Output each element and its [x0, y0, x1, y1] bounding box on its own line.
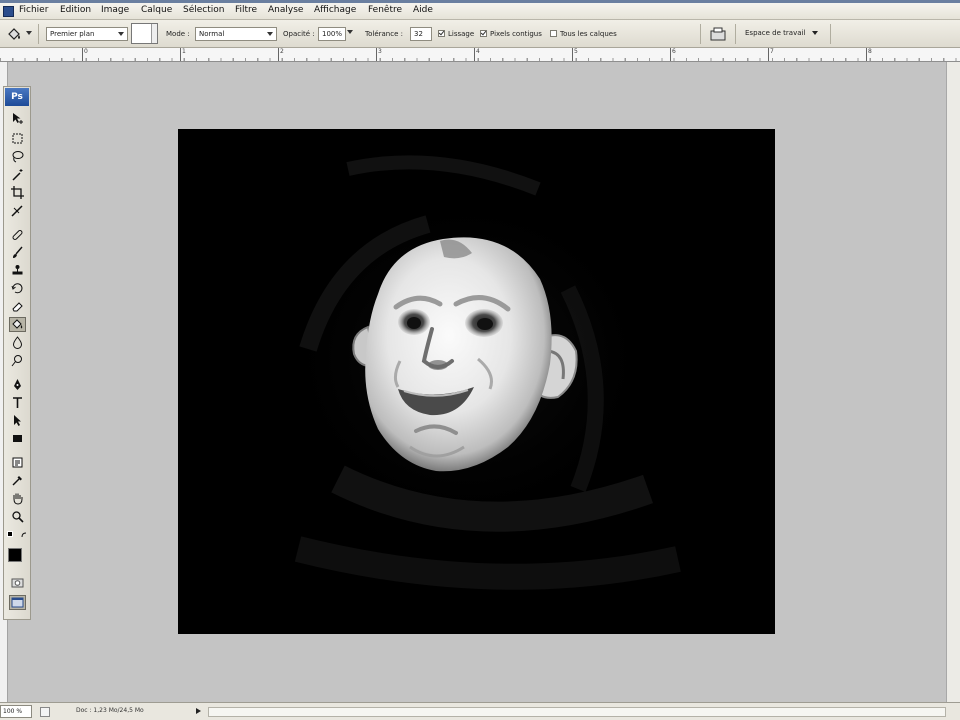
eraser-tool-icon[interactable]	[9, 299, 26, 314]
menu-analyse[interactable]: Analyse	[268, 5, 303, 15]
menu-bar: Fichier Edition Image Calque Sélection F…	[0, 3, 960, 20]
separator	[38, 24, 39, 44]
menu-calque[interactable]: Calque	[141, 5, 172, 15]
zoom-level-field[interactable]: 100 %	[0, 705, 32, 718]
brush-tool-icon[interactable]	[9, 245, 26, 260]
type-tool-icon[interactable]	[9, 395, 26, 410]
opacity-value: 100%	[322, 30, 343, 38]
tolerance-value: 32	[414, 30, 423, 38]
opacity-label: Opacité :	[283, 30, 315, 38]
menu-aide[interactable]: Aide	[413, 5, 433, 15]
painted-face-artwork	[278, 155, 681, 590]
horizontal-ruler: 0 1 2 3 4 5 6 7 8	[0, 48, 960, 62]
lissage-checkbox[interactable]	[438, 30, 445, 37]
mode-label: Mode :	[166, 30, 190, 38]
opacity-input[interactable]: 100%	[318, 27, 346, 41]
screen-mode-icon[interactable]	[9, 595, 26, 610]
notes-tool-icon[interactable]	[9, 455, 26, 470]
photoshop-logo: Ps	[5, 88, 29, 106]
all-layers-checkbox[interactable]	[550, 30, 557, 37]
hand-tool-icon[interactable]	[9, 491, 26, 506]
ruler-label: 8	[868, 48, 872, 55]
document-status-icon[interactable]	[40, 707, 50, 717]
magic-wand-tool-icon[interactable]	[9, 167, 26, 182]
crop-tool-icon[interactable]	[9, 185, 26, 200]
clone-stamp-tool-icon[interactable]	[9, 263, 26, 278]
tools-panel: Ps	[3, 86, 31, 620]
workspace-button[interactable]: Espace de travail	[745, 29, 805, 37]
document-canvas[interactable]	[178, 129, 775, 634]
chevron-down-icon	[118, 32, 124, 36]
vertical-scrollbar[interactable]	[946, 62, 960, 702]
status-bar: 100 % Doc : 1,23 Mo/24,5 Mo	[0, 702, 960, 720]
ruler-label: 4	[476, 48, 480, 55]
workspace-chevron-icon[interactable]	[812, 31, 818, 35]
menu-image[interactable]: Image	[101, 5, 129, 15]
menu-selection[interactable]: Sélection	[183, 5, 224, 15]
app-icon	[3, 6, 14, 17]
healing-brush-tool-icon[interactable]	[9, 227, 26, 242]
dodge-tool-icon[interactable]	[9, 353, 26, 368]
preset-dropdown-icon[interactable]	[26, 31, 32, 35]
lasso-tool-icon[interactable]	[9, 149, 26, 164]
ruler-label: 6	[672, 48, 676, 55]
ruler-label: 1	[182, 48, 186, 55]
menu-filtre[interactable]: Filtre	[235, 5, 257, 15]
paint-bucket-preset-icon[interactable]	[6, 26, 22, 42]
slice-tool-icon[interactable]	[9, 203, 26, 218]
paint-bucket-icon[interactable]	[9, 317, 26, 332]
fill-source-select[interactable]: Premier plan	[46, 27, 128, 41]
menu-affichage[interactable]: Affichage	[314, 5, 356, 15]
tolerance-input[interactable]: 32	[410, 27, 432, 41]
mode-value: Normal	[199, 30, 225, 38]
options-bar: Premier plan Mode : Normal Opacité : 100…	[0, 20, 960, 48]
chevron-down-icon	[267, 32, 273, 36]
opacity-slider-icon[interactable]	[347, 30, 353, 34]
mode-select[interactable]: Normal	[195, 27, 277, 41]
document-size-info: Doc : 1,23 Mo/24,5 Mo	[76, 707, 144, 714]
zoom-tool-icon[interactable]	[9, 509, 26, 524]
separator	[735, 24, 736, 44]
all-layers-label: Tous les calques	[560, 30, 617, 38]
history-brush-tool-icon[interactable]	[9, 281, 26, 296]
contigus-label: Pixels contigus	[490, 30, 542, 38]
ruler-label: 2	[280, 48, 284, 55]
menu-fenetre[interactable]: Fenêtre	[368, 5, 402, 15]
marquee-tool-icon[interactable]	[9, 131, 26, 146]
foreground-color-swatch[interactable]	[8, 548, 22, 562]
eyedropper-tool-icon[interactable]	[9, 473, 26, 488]
ruler-label: 0	[84, 48, 88, 55]
menu-fichier[interactable]: Fichier	[19, 5, 48, 15]
tolerance-label: Tolérance :	[365, 30, 403, 38]
path-selection-tool-icon[interactable]	[9, 413, 26, 428]
status-menu-arrow-icon[interactable]	[196, 708, 201, 714]
lissage-label: Lissage	[448, 30, 475, 38]
blur-tool-icon[interactable]	[9, 335, 26, 350]
swap-colors-icon[interactable]	[21, 531, 28, 538]
ruler-label: 3	[378, 48, 382, 55]
rectangle-tool-icon[interactable]	[9, 431, 26, 446]
separator	[700, 24, 701, 44]
pattern-picker[interactable]	[131, 23, 158, 44]
contigus-checkbox[interactable]	[480, 30, 487, 37]
fill-source-value: Premier plan	[50, 30, 95, 38]
ruler-label: 7	[770, 48, 774, 55]
quick-mask-icon[interactable]	[9, 575, 26, 590]
pen-tool-icon[interactable]	[9, 377, 26, 392]
ruler-label: 5	[574, 48, 578, 55]
menu-edition[interactable]: Edition	[60, 5, 91, 15]
move-tool-icon[interactable]	[9, 111, 26, 126]
separator	[830, 24, 831, 44]
default-colors-icon[interactable]	[7, 531, 13, 537]
palette-well-icon[interactable]	[709, 27, 729, 41]
horizontal-scrollbar[interactable]	[208, 707, 946, 717]
